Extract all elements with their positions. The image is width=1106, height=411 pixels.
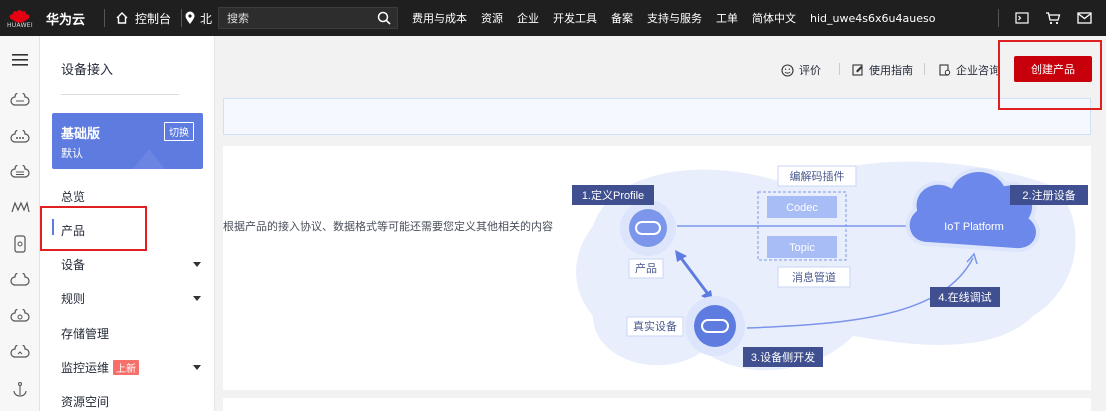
highlight-box-product [40, 206, 147, 251]
sidebar-item-label: 设备 [61, 258, 86, 272]
terminal-icon[interactable] [1015, 11, 1029, 25]
top-navigation-bar: HUAWEI 华为云 控制台 北 搜索 费用与成本 资源 企业 开发工具 备案 … [0, 0, 1106, 36]
sidebar-item-label: 规则 [61, 292, 86, 306]
anchor-icon[interactable] [9, 378, 31, 400]
cart-icon[interactable] [1045, 11, 1061, 25]
sidebar-item-storage[interactable]: 存储管理 [61, 325, 201, 342]
smile-icon [781, 63, 794, 77]
sidebar-item-label: 存储管理 [61, 327, 110, 341]
phone-icon[interactable] [9, 233, 31, 255]
mail-icon[interactable] [1077, 12, 1092, 24]
divider [61, 94, 179, 95]
page-header-actions: 评价 使用指南 企业咨询 创建产品 [215, 36, 1106, 98]
edition-switch-button[interactable]: 切换 [164, 122, 194, 141]
cloud-icon[interactable] [9, 89, 31, 111]
usage-guide-label: 使用指南 [869, 64, 913, 77]
nav-icp[interactable]: 备案 [611, 10, 633, 26]
divider [924, 63, 925, 75]
search-input[interactable]: 搜索 [218, 7, 399, 29]
codec-plugin-label: 编解码插件 [790, 169, 845, 183]
product-label: 产品 [635, 261, 657, 275]
divider [839, 63, 840, 75]
cloud-icon[interactable] [9, 126, 31, 148]
edition-name: 基础版 [61, 127, 101, 142]
m-icon[interactable] [9, 196, 31, 218]
chevron-down-icon [193, 365, 201, 370]
highlight-box-create [998, 40, 1102, 110]
user-account[interactable]: hid_uwe4s6x6u4aueso [810, 12, 935, 25]
real-device-node-inner [694, 305, 736, 347]
step2-label: 2.注册设备 [1022, 188, 1075, 202]
nav-support[interactable]: 支持与服务 [647, 10, 702, 26]
msg-pipe-label: 消息管道 [792, 270, 836, 284]
step3-label: 3.设备侧开发 [751, 350, 815, 364]
consult-doc-icon [939, 64, 951, 76]
edition-instance: 默认 [61, 147, 83, 160]
intro-panel: 根据产品的接入协议、数据格式等可能还需要您定义其他相关的内容 Codec Top… [223, 146, 1091, 390]
product-node-inner [629, 209, 667, 247]
product-description: 根据产品的接入协议、数据格式等可能还需要您定义其他相关的内容 [223, 220, 553, 233]
cloud-icon[interactable] [9, 341, 31, 363]
sidebar-item-overview[interactable]: 总览 [61, 188, 201, 205]
location-icon [185, 11, 195, 24]
sidebar-item-monitoring[interactable]: 监控运维 上新 [61, 359, 201, 376]
cloud-icon[interactable] [9, 305, 31, 327]
edition-decoration [125, 149, 173, 169]
console-label: 控制台 [135, 11, 172, 26]
real-device-label: 真实设备 [633, 319, 677, 333]
iot-flow-diagram: Codec Topic 编解码插件 消息管道 IoT Platform 1.定义… [572, 161, 1088, 371]
nav-cost[interactable]: 费用与成本 [412, 10, 467, 26]
sidebar-item-resource-space[interactable]: 资源空间 [61, 393, 201, 410]
huawei-logo[interactable]: HUAWEI [0, 0, 40, 36]
region-selector[interactable]: 北 [182, 10, 218, 27]
sidebar-item-rules[interactable]: 规则 [61, 290, 201, 307]
usage-guide-link[interactable]: 使用指南 [852, 62, 913, 78]
huawei-petal-icon [8, 7, 31, 24]
menu-icon[interactable] [9, 49, 31, 71]
nav-resource[interactable]: 资源 [481, 10, 503, 26]
nav-language[interactable]: 简体中文 [752, 10, 796, 26]
nav-enterprise[interactable]: 企业 [517, 10, 539, 26]
codec-label: Codec [786, 202, 818, 214]
sidebar-item-device[interactable]: 设备 [61, 256, 201, 273]
sidebar-item-label: 总览 [61, 190, 86, 204]
console-link[interactable]: 控制台 [105, 10, 181, 27]
step1-label: 1.定义Profile [582, 188, 644, 202]
divider [998, 9, 999, 27]
search-placeholder: 搜索 [227, 12, 250, 25]
search-icon[interactable] [377, 11, 391, 25]
top-nav-links: 费用与成本 资源 企业 开发工具 备案 支持与服务 工单 简体中文 hid_uw… [412, 10, 949, 26]
sidebar-title: 设备接入 [61, 63, 114, 78]
edition-card[interactable]: 基础版 切换 默认 [52, 113, 203, 169]
cloud-icon[interactable] [9, 161, 31, 183]
chevron-down-icon [193, 262, 201, 267]
sidebar-item-label: 监控运维 [61, 361, 110, 375]
nav-devtools[interactable]: 开发工具 [553, 10, 597, 26]
main-content: 评价 使用指南 企业咨询 创建产品 根据产品的接入协议、数据格式等可能还需要您定… [215, 36, 1106, 411]
new-badge: 上新 [113, 360, 140, 375]
top-icon-group [998, 0, 1092, 36]
cloud-icon[interactable] [9, 269, 31, 291]
sidebar-item-label: 资源空间 [61, 395, 110, 409]
topic-label: Topic [789, 242, 815, 254]
region-label: 北 [200, 11, 213, 26]
edit-doc-icon [852, 64, 863, 76]
platform-label: IoT Platform [944, 221, 1004, 233]
step4-label: 4.在线调试 [938, 290, 991, 304]
brand-name[interactable]: 华为云 [46, 9, 104, 28]
rate-link[interactable]: 评价 [781, 62, 821, 78]
secondary-panel [223, 398, 1091, 411]
nav-ticket[interactable]: 工单 [716, 10, 738, 26]
sidebar-item-label-group: 监控运维 上新 [61, 359, 140, 376]
chevron-down-icon [193, 296, 201, 301]
enterprise-consult-link[interactable]: 企业咨询 [939, 62, 1000, 78]
service-icon-rail [0, 36, 40, 411]
enterprise-consult-label: 企业咨询 [956, 64, 1000, 77]
home-icon [116, 12, 128, 24]
info-banner [223, 98, 1091, 135]
rate-label: 评价 [799, 64, 821, 77]
